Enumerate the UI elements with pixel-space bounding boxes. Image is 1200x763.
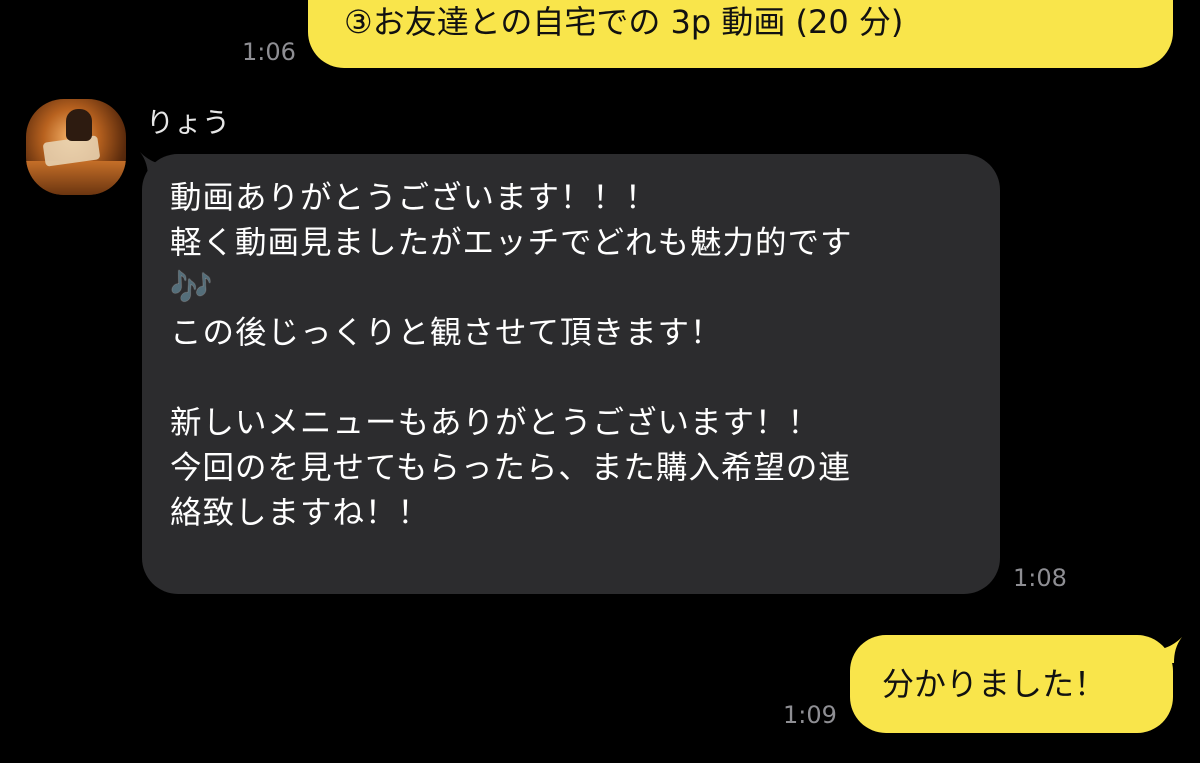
sender-name: りょう: [146, 106, 231, 139]
avatar-photo-detail: [66, 109, 92, 141]
incoming-message-bubble[interactable]: 動画ありがとうございます！！！ 軽く動画見ましたがエッチでどれも魅力的です 🎶 …: [142, 154, 1000, 594]
message-line: 絡致しますね！！: [170, 495, 431, 531]
outgoing-message-bubble[interactable]: 分かりました！: [850, 635, 1173, 733]
chat-thread: 1:06 ③お友達との自宅での 3p 動画 (20 分) りょう 動画ありがとう…: [0, 0, 1200, 763]
avatar[interactable]: [26, 99, 126, 195]
message-timestamp: 1:09: [783, 701, 837, 729]
outgoing-message-text: 分かりました！: [882, 665, 1107, 703]
message-line: 軽く動画見ましたがエッチでどれも魅力的です: [170, 225, 853, 261]
outgoing-message-bubble[interactable]: ③お友達との自宅での 3p 動画 (20 分): [308, 0, 1173, 68]
message-timestamp: 1:08: [1013, 564, 1067, 592]
avatar-photo-detail: [26, 161, 126, 195]
message-line: 今回のを見せてもらったら、また購入希望の連: [170, 450, 851, 486]
message-line: 動画ありがとうございます！！！: [170, 180, 658, 216]
message-line: 新しいメニューもありがとうございます！！: [170, 405, 821, 441]
message-line: この後じっくりと観させて頂きます！: [170, 315, 723, 351]
outgoing-message-text: ③お友達との自宅での 3p 動画 (20 分): [344, 3, 904, 41]
music-notes-icon: 🎶: [170, 268, 214, 308]
message-timestamp: 1:06: [242, 38, 296, 66]
